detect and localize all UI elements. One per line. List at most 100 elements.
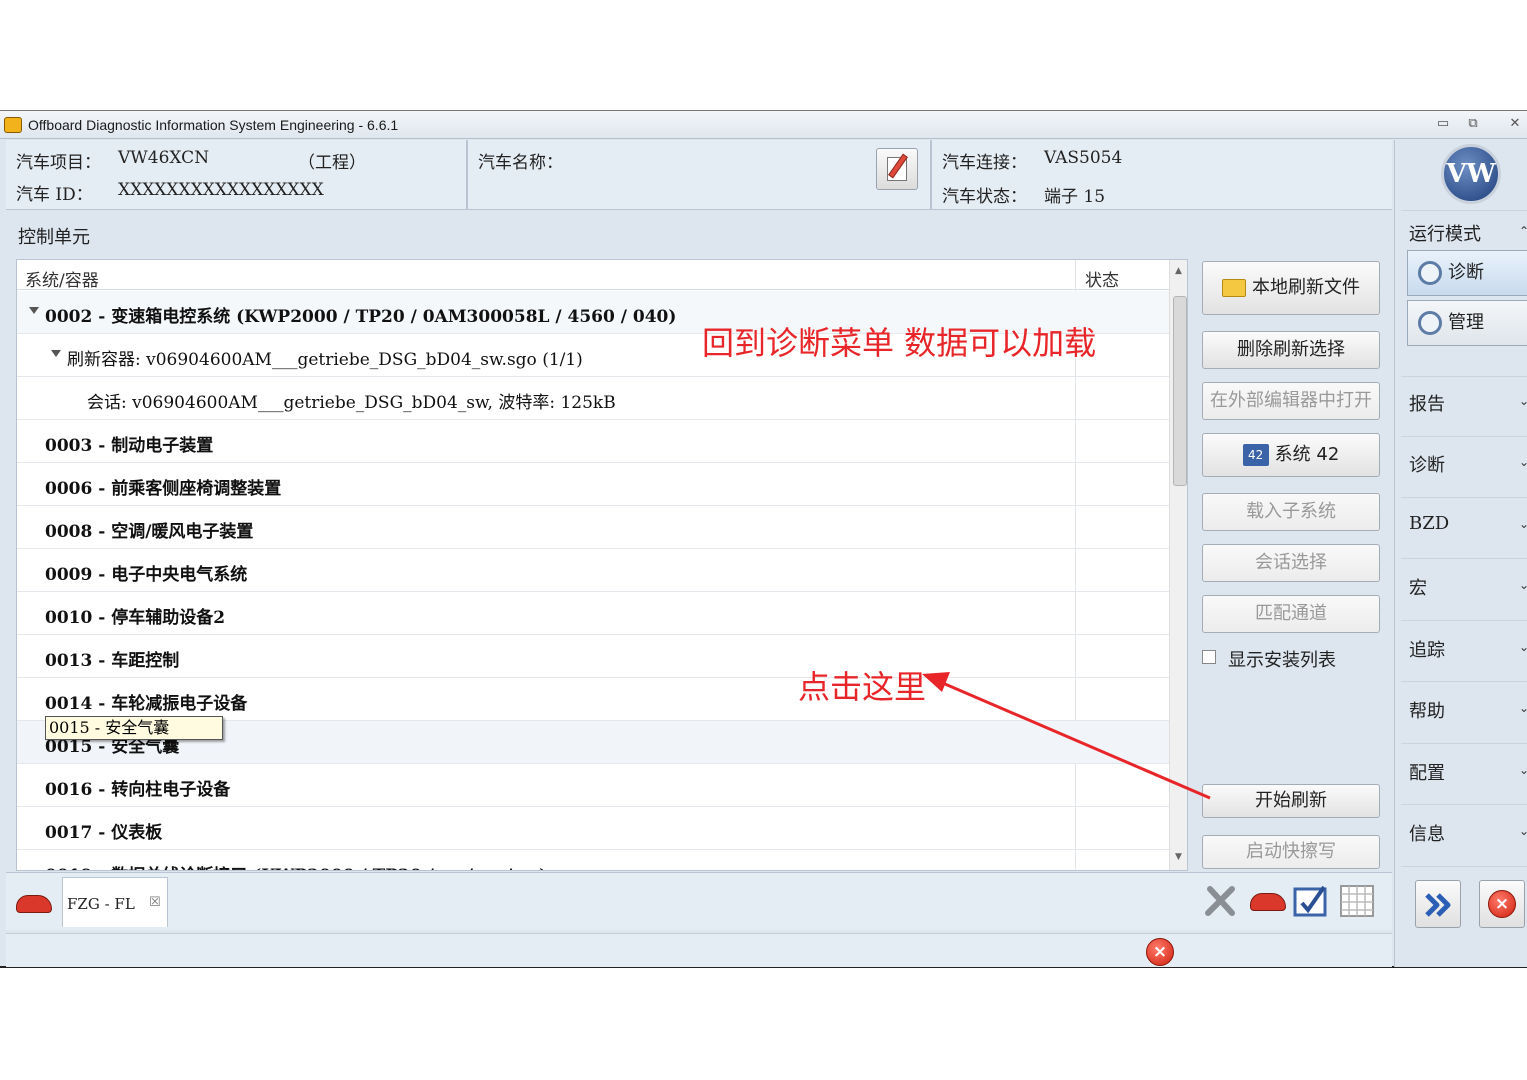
double-chevron-right-icon — [1425, 893, 1451, 917]
sidebar-section-mode[interactable]: 运行模式 — [1409, 220, 1481, 246]
scroll-down-icon[interactable]: ▼ — [1175, 852, 1182, 862]
edit-name-button[interactable] — [876, 148, 918, 190]
sidebar-divider — [1401, 558, 1527, 559]
chevron-down-icon[interactable]: ⌄ — [1519, 763, 1527, 777]
tree-row-0010[interactable]: 0010 - 停车辅助设备2 — [17, 592, 1169, 635]
exit-button[interactable]: × — [1479, 880, 1525, 928]
app-window: Offboard Diagnostic Information System E… — [0, 110, 1527, 968]
chevron-down-icon[interactable]: ⌄ — [1519, 824, 1527, 838]
tree-row-0008[interactable]: 0008 - 空调/暖风电子装置 — [17, 506, 1169, 549]
row-label: 0008 - 空调/暖风电子装置 — [45, 522, 254, 542]
chevron-down-icon[interactable]: ⌄ — [1519, 701, 1527, 715]
system-button[interactable]: 42 系统 42 — [1202, 433, 1380, 477]
connection-value: VAS5054 — [1044, 148, 1123, 168]
tree-row-session[interactable]: 会话: v06904600AM___getriebe_DSG_bD04_sw, … — [17, 377, 1169, 420]
tree-row-0016[interactable]: 0016 - 转向柱电子设备 — [17, 764, 1169, 807]
column-status[interactable]: 状态 — [1085, 266, 1119, 291]
collapse-icon[interactable] — [51, 350, 61, 357]
forward-button[interactable] — [1415, 880, 1461, 928]
car-icon — [16, 895, 52, 913]
tree-row-0017[interactable]: 0017 - 仪表板 — [17, 807, 1169, 850]
open-external-editor-button[interactable]: 在外部编辑器中打开 — [1202, 382, 1380, 420]
system-icon: 42 — [1242, 444, 1269, 466]
vehicle-tab-bar: FZG - FL ☒ — [6, 872, 1392, 930]
load-subsystem-button[interactable]: 载入子系统 — [1202, 493, 1380, 531]
row-label: 0013 - 车距控制 — [45, 651, 180, 671]
minimize-button[interactable]: ▭ — [1430, 115, 1456, 133]
local-flash-file-button[interactable]: 本地刷新文件 — [1202, 261, 1380, 315]
sidebar-section-trace[interactable]: 追踪 — [1409, 636, 1445, 662]
sidebar-divider — [1401, 804, 1527, 805]
vehicle-tab[interactable]: FZG - FL ☒ — [62, 877, 168, 927]
tree-row-0013[interactable]: 0013 - 车距控制 — [17, 635, 1169, 678]
chevron-up-icon[interactable]: ⌃ — [1519, 224, 1527, 238]
status-bar: × — [6, 933, 1392, 967]
error-icon[interactable]: × — [1146, 938, 1174, 966]
row-label: 会话: v06904600AM___getriebe_DSG_bD04_sw, … — [87, 393, 616, 413]
mode-admin-button[interactable]: 管理 — [1407, 300, 1527, 346]
header-divider — [930, 140, 932, 210]
tree-row-0009[interactable]: 0009 - 电子中央电气系统 — [17, 549, 1169, 592]
checklist-icon[interactable] — [1292, 883, 1330, 919]
button-label: 诊断 — [1448, 262, 1484, 283]
sidebar-section-config[interactable]: 配置 — [1409, 759, 1445, 785]
sidebar-divider — [1401, 497, 1527, 498]
chevron-down-icon[interactable]: ⌄ — [1519, 578, 1527, 592]
collapse-icon[interactable] — [29, 307, 39, 314]
project-note: （工程） — [298, 153, 366, 173]
sidebar-divider — [1401, 436, 1527, 437]
sidebar-section-help[interactable]: 帮助 — [1409, 697, 1445, 723]
tree-scrollbar[interactable]: ▲ ▼ — [1169, 260, 1187, 870]
sidebar-section-diagnosis[interactable]: 诊断 — [1409, 451, 1445, 477]
annotation-click-here: 点击这里 — [798, 668, 927, 706]
button-label: 管理 — [1448, 312, 1484, 333]
sidebar-divider — [1401, 866, 1527, 867]
chevron-down-icon[interactable]: ⌄ — [1519, 517, 1527, 531]
row-label: 0014 - 车轮减振电子设备 — [45, 694, 248, 714]
sidebar-divider — [1401, 210, 1527, 211]
close-button[interactable]: ✕ — [1502, 115, 1527, 133]
scroll-up-icon[interactable]: ▲ — [1175, 266, 1182, 276]
row-label: 0019 - 数据总线诊断接口 (KWP2000 / TP20 / --- / … — [45, 861, 547, 870]
sidebar-section-bzd[interactable]: BZD — [1409, 513, 1449, 534]
sidebar: VW 运行模式 ⌃ 诊断 管理 报告 ⌄ 诊断 ⌄ BZD ⌄ 宏 ⌄ 追踪 ⌄… — [1394, 140, 1527, 967]
tree-row-0019[interactable]: 0019 - 数据总线诊断接口 (KWP2000 / TP20 / --- / … — [17, 850, 1169, 870]
start-flash-button[interactable]: 开始刷新 — [1202, 784, 1380, 818]
window-title: Offboard Diagnostic Information System E… — [28, 117, 399, 133]
row-tooltip: 0015 - 安全气囊 — [45, 716, 223, 740]
sidebar-section-report[interactable]: 报告 — [1409, 390, 1445, 416]
gear-icon — [1418, 311, 1442, 335]
tree-row-0014[interactable]: 0014 - 车轮减振电子设备 — [17, 678, 1169, 721]
column-system[interactable]: 系统/容器 — [25, 266, 99, 291]
row-label: 0006 - 前乘客侧座椅调整装置 — [45, 479, 282, 499]
adapt-channel-button[interactable]: 匹配通道 — [1202, 595, 1380, 633]
grid-icon[interactable] — [1338, 883, 1376, 919]
row-label: 0017 - 仪表板 — [45, 823, 163, 843]
button-label: 本地刷新文件 — [1252, 277, 1360, 298]
row-label: 刷新容器: v06904600AM___getriebe_DSG_bD04_sw… — [67, 350, 583, 370]
sidebar-section-info[interactable]: 信息 — [1409, 820, 1445, 846]
quick-write-button[interactable]: 启动快擦写 — [1202, 835, 1380, 869]
tools-icon[interactable] — [1202, 883, 1240, 919]
row-label: 0009 - 电子中央电气系统 — [45, 565, 248, 585]
show-install-list-label: 显示安装列表 — [1228, 650, 1336, 671]
delete-flash-selection-button[interactable]: 删除刷新选择 — [1202, 331, 1380, 369]
mode-diagnosis-button[interactable]: 诊断 — [1407, 250, 1527, 296]
session-select-button[interactable]: 会话选择 — [1202, 544, 1380, 582]
show-install-list-checkbox[interactable] — [1202, 650, 1216, 664]
row-label: 0010 - 停车辅助设备2 — [45, 608, 226, 628]
tree-row-0003[interactable]: 0003 - 制动电子装置 — [17, 420, 1169, 463]
vehicle-info-header: 汽车项目： VW46XCN （工程） 汽车 ID： XXXXXXXXXXXXXX… — [6, 140, 1392, 210]
maximize-button[interactable]: ⧉ — [1460, 115, 1486, 133]
chevron-down-icon[interactable]: ⌄ — [1519, 394, 1527, 408]
chevron-down-icon[interactable]: ⌄ — [1519, 640, 1527, 654]
scroll-thumb[interactable] — [1173, 296, 1187, 486]
car-diagnosis-icon[interactable] — [1250, 893, 1286, 911]
vehicle-id-value: XXXXXXXXXXXXXXXXX — [118, 180, 324, 200]
chevron-down-icon[interactable]: ⌄ — [1519, 455, 1527, 469]
vehicle-status-label: 汽车状态： — [942, 187, 1027, 207]
tree-row-0006[interactable]: 0006 - 前乘客侧座椅调整装置 — [17, 463, 1169, 506]
tab-close-icon[interactable]: ☒ — [149, 895, 161, 910]
sidebar-section-macro[interactable]: 宏 — [1409, 574, 1427, 600]
row-label: 0016 - 转向柱电子设备 — [45, 780, 231, 800]
